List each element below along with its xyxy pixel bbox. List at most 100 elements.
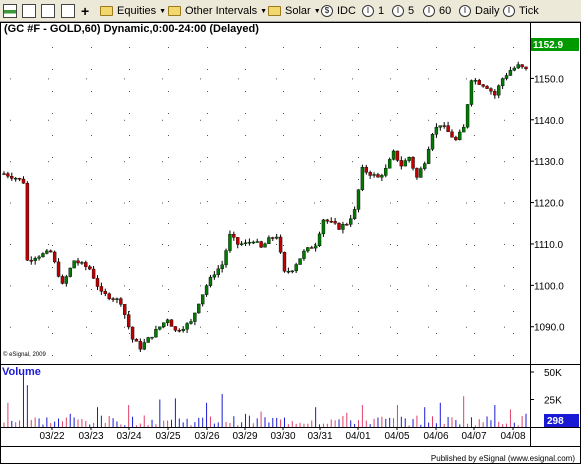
grid-dot <box>129 157 130 158</box>
candle-body <box>162 322 166 327</box>
grid-dot <box>276 243 277 245</box>
grid-dot <box>436 245 437 246</box>
grid-dot <box>504 202 505 204</box>
grid-dot <box>436 267 437 268</box>
grid-dot <box>124 119 125 121</box>
grid-dot <box>52 223 53 224</box>
candle-body <box>107 293 111 299</box>
grid-dot <box>200 243 201 245</box>
grid-dot <box>397 113 398 114</box>
grid-dot <box>358 267 359 268</box>
candle-body <box>504 75 509 79</box>
candle-body <box>259 241 263 248</box>
grid-dot <box>283 91 284 92</box>
grid-dot <box>10 78 11 80</box>
grid-dot <box>86 202 87 204</box>
candle-body <box>49 250 53 253</box>
grid-dot <box>436 201 437 202</box>
grid-dot <box>207 333 208 334</box>
grid-dot <box>352 78 353 80</box>
price-chart[interactable]: 1090.0 1100.0 1110.0 1120.0 1130.0 1140.0 1150… <box>0 0 581 465</box>
grid-dot <box>314 161 315 163</box>
grid-dot <box>283 113 284 114</box>
grid-dot <box>129 355 130 356</box>
grid-dot <box>245 289 246 290</box>
candle-body <box>465 104 470 128</box>
grid-dot <box>245 355 246 356</box>
grid-dot <box>390 119 391 121</box>
candle-body <box>321 219 326 235</box>
chart-frame <box>0 22 581 464</box>
grid-dot <box>91 245 92 246</box>
grid-dot <box>168 267 169 268</box>
grid-dot <box>10 243 11 245</box>
candle-body <box>407 157 411 161</box>
candle-body <box>267 237 271 245</box>
grid-dot <box>320 201 321 202</box>
grid-dot <box>320 333 321 334</box>
candle-body <box>391 150 396 160</box>
candle-body <box>485 86 489 89</box>
grid-dot <box>352 326 353 328</box>
grid-dot <box>283 47 284 48</box>
candle-body <box>415 168 419 178</box>
grid-dot <box>466 202 467 204</box>
candle-body <box>247 241 252 244</box>
grid-dot <box>320 113 321 114</box>
grid-dot <box>207 47 208 48</box>
grid-dot <box>283 179 284 180</box>
candle-body <box>165 319 170 323</box>
candle-body <box>380 175 384 178</box>
grid-dot <box>428 119 429 121</box>
grid-dot <box>86 78 87 80</box>
grid-dot <box>474 223 475 224</box>
grid-dot <box>436 113 437 114</box>
grid-dot <box>283 289 284 290</box>
grid-dot <box>436 311 437 312</box>
grid-dot <box>352 119 353 121</box>
candle-body <box>150 336 154 339</box>
x-tick-label: 03/25 <box>155 431 180 442</box>
candle-body <box>251 241 256 244</box>
grid-dot <box>207 179 208 180</box>
grid-dot <box>428 243 429 245</box>
grid-dot <box>168 157 169 158</box>
grid-dot <box>245 135 246 136</box>
grid-dot <box>245 333 246 334</box>
footer-credit: Published by eSignal (www.esignal.com) <box>430 454 575 463</box>
grid-dot <box>314 119 315 121</box>
grid-dot <box>162 78 163 80</box>
grid-dot <box>91 333 92 334</box>
grid-dot <box>276 326 277 328</box>
grid-dot <box>162 243 163 245</box>
grid-dot <box>513 267 514 268</box>
grid-dot <box>320 289 321 290</box>
grid-dot <box>358 355 359 356</box>
grid-dot <box>283 69 284 70</box>
grid-dot <box>358 311 359 312</box>
grid-dot <box>48 202 49 204</box>
x-tick-label: 04/08 <box>500 431 525 442</box>
grid-dot <box>320 311 321 312</box>
grid-dot <box>168 245 169 246</box>
candle-body <box>239 243 244 245</box>
candle-body <box>255 241 259 243</box>
grid-dot <box>513 223 514 224</box>
grid-dot <box>358 333 359 334</box>
grid-dot <box>504 326 505 328</box>
candle-body <box>45 250 49 254</box>
grid-dot <box>436 47 437 48</box>
candle-body <box>403 160 407 167</box>
grid-dot <box>52 311 53 312</box>
grid-dot <box>48 119 49 121</box>
grid-dot <box>238 285 239 287</box>
grid-dot <box>513 289 514 290</box>
grid-dot <box>428 326 429 328</box>
grid-dot <box>474 289 475 290</box>
grid-dot <box>10 202 11 204</box>
grid-dot <box>86 326 87 328</box>
y-tick-label: 1120.0 <box>534 199 564 210</box>
grid-dot <box>513 179 514 180</box>
grid-dot <box>397 179 398 180</box>
grid-dot <box>276 285 277 287</box>
